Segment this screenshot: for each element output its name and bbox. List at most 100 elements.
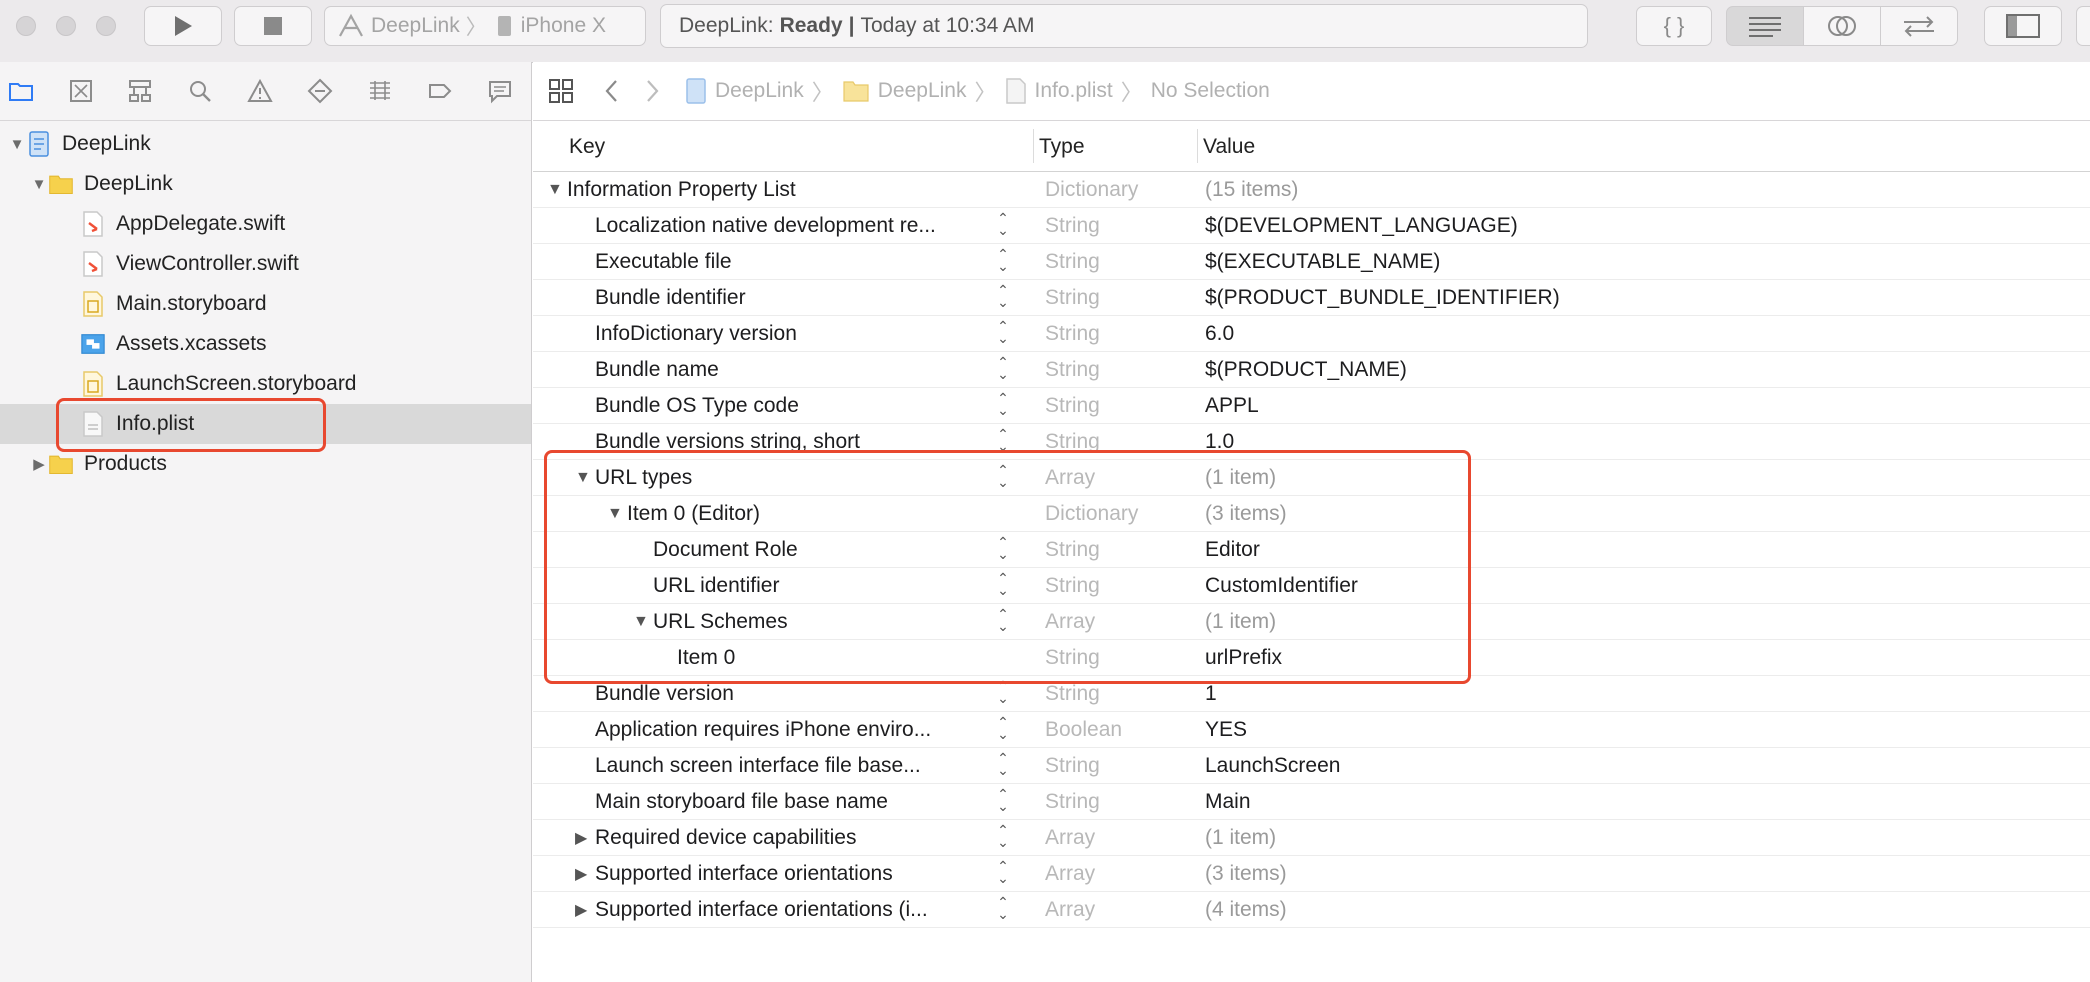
plist-type[interactable]: String — [1045, 358, 1100, 382]
minimize-window-button[interactable] — [56, 16, 76, 36]
key-popup-stepper-icon[interactable]: ⌃ ⌄ — [995, 319, 1011, 348]
breakpoint-navigator-tab[interactable] — [425, 76, 455, 106]
jumpbar-crumb-selection[interactable]: No Selection — [1151, 79, 1270, 103]
scheme-selector[interactable]: DeepLink 〉 iPhone X — [324, 6, 646, 46]
plist-value[interactable]: $(EXECUTABLE_NAME) — [1205, 250, 1440, 274]
value-column-header[interactable]: Value — [1203, 135, 1255, 159]
key-popup-stepper-icon[interactable]: ⌃ ⌄ — [995, 895, 1011, 924]
go-forward-button[interactable] — [643, 78, 661, 104]
plist-type[interactable]: String — [1045, 754, 1100, 778]
plist-value[interactable]: LaunchScreen — [1205, 754, 1340, 778]
plist-key[interactable]: Bundle OS Type code — [595, 394, 799, 418]
jumpbar-crumb-file[interactable]: Info.plist — [1005, 77, 1113, 105]
plist-type[interactable]: String — [1045, 322, 1100, 346]
plist-key[interactable]: ▶ Supported interface orientations (i... — [575, 898, 928, 922]
plist-value[interactable]: Main — [1205, 790, 1251, 814]
plist-row[interactable]: ▼ Information Property List Dictionary (15 … — [533, 172, 2090, 208]
toggle-navigator-button[interactable] — [1984, 6, 2062, 46]
plist-row[interactable]: Main storyboard file base name ⌃ ⌄ String Ma… — [533, 784, 2090, 820]
plist-key[interactable]: Localization native development re... — [595, 214, 936, 238]
key-popup-stepper-icon[interactable]: ⌃ ⌄ — [995, 787, 1011, 816]
go-back-button[interactable] — [603, 78, 621, 104]
key-popup-stepper-icon[interactable]: ⌃ ⌄ — [995, 751, 1011, 780]
close-window-button[interactable] — [16, 16, 36, 36]
plist-key[interactable]: ▼ Information Property List — [547, 178, 796, 202]
debug-navigator-tab[interactable] — [365, 76, 395, 106]
plist-key[interactable]: Bundle identifier — [595, 286, 746, 310]
plist-type[interactable]: Array — [1045, 826, 1095, 850]
plist-key[interactable]: InfoDictionary version — [595, 322, 797, 346]
plist-type[interactable]: String — [1045, 790, 1100, 814]
plist-row[interactable]: Launch screen interface file base... ⌃ ⌄ St… — [533, 748, 2090, 784]
plist-row[interactable]: ▶ Required device capabilities ⌃ ⌄ Array (1 i… — [533, 820, 2090, 856]
key-popup-stepper-icon[interactable]: ⌃ ⌄ — [995, 211, 1011, 240]
disclosure-closed-icon[interactable]: ▶ — [575, 900, 595, 920]
scheme-device-segment[interactable]: iPhone X — [493, 14, 606, 38]
run-button[interactable] — [144, 6, 222, 46]
key-popup-stepper-icon[interactable]: ⌃ ⌄ — [995, 391, 1011, 420]
disclosure-closed-icon[interactable]: ▶ — [575, 828, 595, 848]
stop-button[interactable] — [234, 6, 312, 46]
key-popup-stepper-icon[interactable]: ⌃ ⌄ — [995, 283, 1011, 312]
plist-value[interactable]: YES — [1205, 718, 1247, 742]
plist-value[interactable]: (15 items) — [1205, 178, 1298, 202]
plist-type[interactable]: String — [1045, 682, 1100, 706]
plist-row[interactable]: ▶ Supported interface orientations ⌃ ⌄ Array… — [533, 856, 2090, 892]
plist-value[interactable]: APPL — [1205, 394, 1259, 418]
jumpbar-crumb-project[interactable]: DeepLink — [685, 77, 804, 105]
type-column-header[interactable]: Type — [1039, 135, 1085, 159]
jumpbar-crumb-group[interactable]: DeepLink — [842, 79, 966, 103]
key-popup-stepper-icon[interactable]: ⌃ ⌄ — [995, 247, 1011, 276]
plist-key[interactable]: Application requires iPhone enviro... — [595, 718, 931, 742]
plist-type[interactable]: String — [1045, 286, 1100, 310]
version-editor-button[interactable] — [1880, 6, 1958, 46]
plist-row[interactable]: Executable file ⌃ ⌄ String $(EXECUTABLE_NAME… — [533, 244, 2090, 280]
disclosure-open-icon[interactable]: ▼ — [547, 181, 567, 199]
plist-value[interactable]: $(PRODUCT_NAME) — [1205, 358, 1407, 382]
file-tree-item[interactable]: AppDelegate.swift — [0, 204, 531, 244]
plist-key[interactable]: Main storyboard file base name — [595, 790, 888, 814]
key-popup-stepper-icon[interactable]: ⌃ ⌄ — [995, 679, 1011, 708]
plist-type[interactable]: String — [1045, 394, 1100, 418]
file-tree-item[interactable]: Main.storyboard — [0, 284, 531, 324]
key-popup-stepper-icon[interactable]: ⌃ ⌄ — [995, 859, 1011, 888]
zoom-window-button[interactable] — [96, 16, 116, 36]
project-navigator-tab[interactable] — [6, 76, 36, 106]
report-navigator-tab[interactable] — [485, 76, 515, 106]
plist-key[interactable]: Launch screen interface file base... — [595, 754, 921, 778]
related-items-button[interactable] — [547, 77, 575, 105]
disclosure-open-icon[interactable]: ▼ — [30, 176, 48, 193]
plist-type[interactable]: String — [1045, 250, 1100, 274]
plist-type[interactable]: Array — [1045, 862, 1095, 886]
file-tree-item[interactable]: ▼ DeepLink — [0, 124, 531, 164]
file-tree-item[interactable]: ▼ DeepLink — [0, 164, 531, 204]
plist-row[interactable]: Application requires iPhone enviro... ⌃ ⌄ B… — [533, 712, 2090, 748]
file-tree-item[interactable]: Assets.xcassets — [0, 324, 531, 364]
plist-type[interactable]: Array — [1045, 898, 1095, 922]
key-column-header[interactable]: Key — [569, 135, 605, 159]
plist-key[interactable]: Executable file — [595, 250, 732, 274]
key-popup-stepper-icon[interactable]: ⌃ ⌄ — [995, 355, 1011, 384]
symbol-navigator-tab[interactable] — [125, 76, 155, 106]
plist-row[interactable]: ▶ Supported interface orientations (i... ⌃… — [533, 892, 2090, 928]
plist-type[interactable]: Boolean — [1045, 718, 1122, 742]
plist-key[interactable]: Bundle version — [595, 682, 734, 706]
plist-value[interactable]: 1 — [1205, 682, 1217, 706]
assistant-editor-button[interactable] — [1803, 6, 1881, 46]
key-popup-stepper-icon[interactable]: ⌃ ⌄ — [995, 823, 1011, 852]
disclosure-closed-icon[interactable]: ▶ — [575, 864, 595, 884]
plist-row[interactable]: Bundle name ⌃ ⌄ String $(PRODUCT_NAME) — [533, 352, 2090, 388]
plist-type[interactable]: Dictionary — [1045, 178, 1138, 202]
file-tree-item[interactable]: ViewController.swift — [0, 244, 531, 284]
plist-type[interactable]: String — [1045, 214, 1100, 238]
library-button[interactable]: { } — [1636, 6, 1712, 46]
test-navigator-tab[interactable] — [305, 76, 335, 106]
plist-row[interactable]: Localization native development re... ⌃ ⌄ S… — [533, 208, 2090, 244]
toggle-debug-area-button[interactable] — [2076, 6, 2090, 46]
scheme-target-segment[interactable]: DeepLink — [325, 13, 460, 39]
plist-row[interactable]: InfoDictionary version ⌃ ⌄ String 6.0 — [533, 316, 2090, 352]
plist-key[interactable]: Bundle name — [595, 358, 719, 382]
find-navigator-tab[interactable] — [185, 76, 215, 106]
column-divider[interactable] — [1197, 129, 1198, 163]
key-popup-stepper-icon[interactable]: ⌃ ⌄ — [995, 715, 1011, 744]
